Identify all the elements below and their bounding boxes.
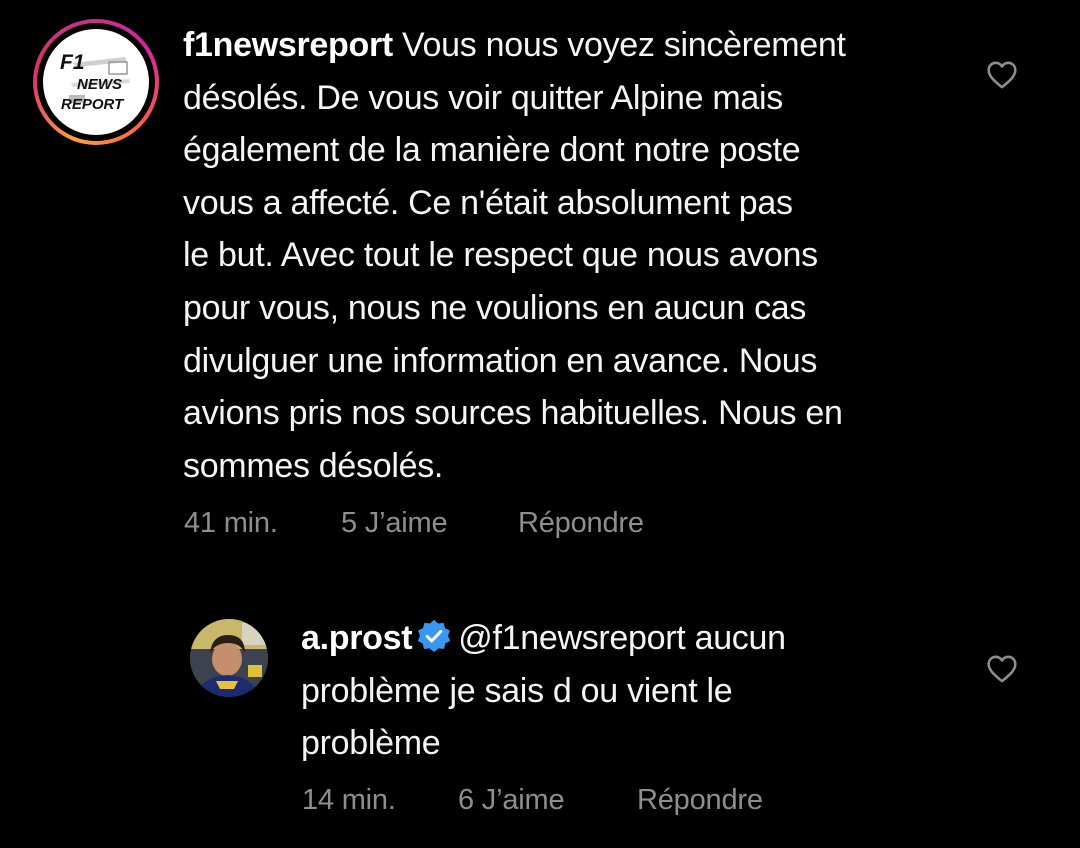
heart-outline-icon[interactable] — [985, 58, 1019, 92]
comment-username[interactable]: f1newsreport — [183, 26, 393, 64]
mention-link[interactable]: @f1newsreport — [458, 619, 685, 657]
avatar-portrait-image — [190, 619, 268, 697]
heart-outline-icon[interactable] — [985, 652, 1019, 686]
comment-likes-count[interactable]: 5 J’aime — [341, 507, 448, 540]
f1-news-report-logo: F1 NEWS REPORT — [60, 51, 130, 113]
reply-button[interactable]: Répondre — [518, 507, 644, 540]
logo-text-news: NEWS — [77, 76, 122, 93]
comment-timestamp: 41 min. — [184, 507, 278, 539]
f1newsreport-avatar[interactable]: F1 NEWS REPORT — [43, 29, 149, 135]
story-ring[interactable]: F1 NEWS REPORT — [33, 19, 159, 145]
comment-body: f1newsreport Vous nous voyez sincèrement… — [183, 19, 943, 492]
a-prost-avatar[interactable] — [190, 619, 268, 697]
comment-likes-count[interactable]: 6 J’aime — [458, 784, 565, 817]
comment-text: Vous nous voyez sincèrement désolés. De … — [183, 26, 846, 485]
logo-text-report: REPORT — [61, 96, 125, 113]
comment-username[interactable]: a.prost — [301, 619, 413, 657]
comment-f1newsreport: F1 NEWS REPORT f1newsreport Vous nous vo… — [0, 0, 1080, 580]
comment-body: a.prost @f1newsreport aucun problème je s… — [301, 612, 951, 770]
reply-button[interactable]: Répondre — [637, 784, 763, 817]
comment-a-prost: a.prost @f1newsreport aucun problème je s… — [0, 600, 1080, 848]
logo-text-f1: F1 — [60, 51, 85, 74]
verified-badge-icon — [418, 619, 451, 652]
comment-timestamp: 14 min. — [302, 784, 396, 816]
